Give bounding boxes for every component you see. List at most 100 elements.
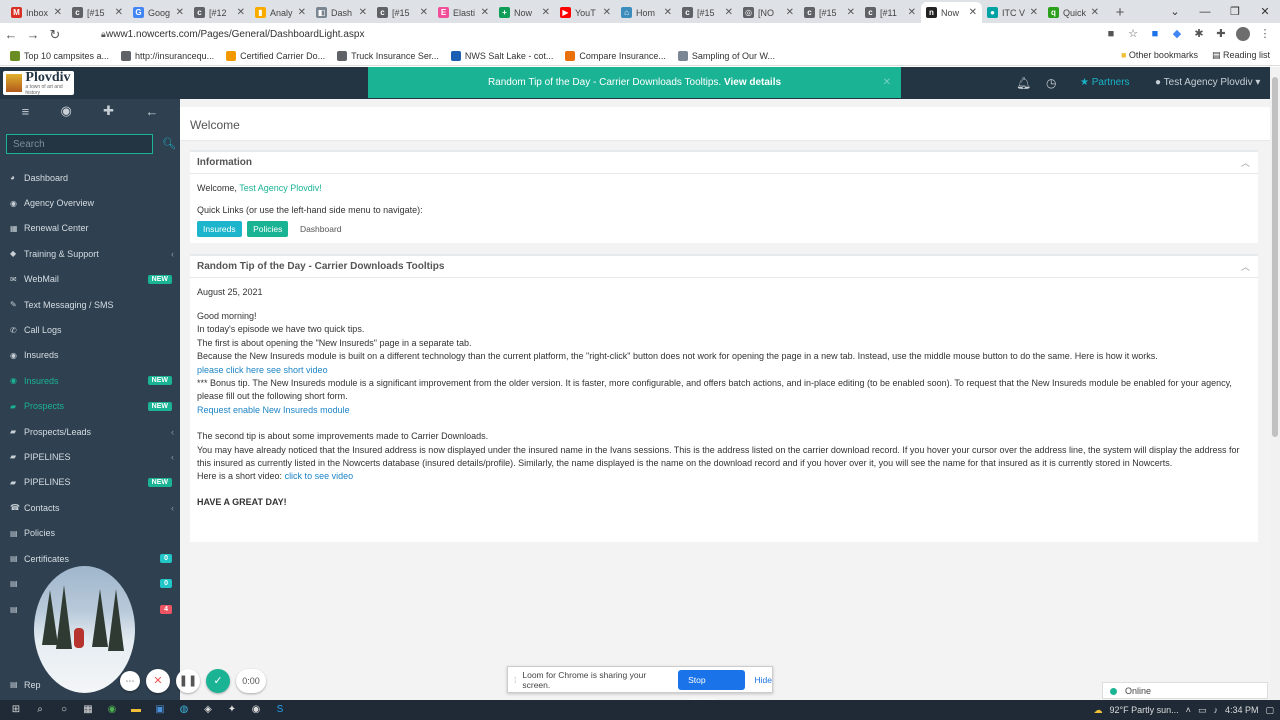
browser-tab[interactable]: c [#15 ✕ — [67, 2, 128, 23]
tab-close-icon[interactable]: ✕ — [725, 7, 733, 18]
menu-dots-icon[interactable]: ⋮ — [1258, 27, 1272, 41]
sidebar-item-insureds[interactable]: ◉ Insureds NEW — [0, 368, 180, 393]
cortana-icon[interactable]: ○ — [52, 700, 76, 720]
reading-list[interactable]: ▤ Reading list — [1212, 50, 1270, 61]
browser-tab[interactable]: G Goog ✕ — [128, 2, 189, 23]
sidebar-item-dashboard[interactable]: ◕ Dashboard — [0, 165, 180, 190]
stop-sharing-button[interactable]: Stop sharing — [678, 669, 745, 705]
tab-search-icon[interactable]: ⌄ — [1160, 5, 1190, 18]
short-video-link[interactable]: please click here see short video — [197, 365, 328, 375]
bookmark-item[interactable]: http://insurancequ... — [121, 50, 214, 61]
clock-icon[interactable]: ◷ — [1046, 76, 1056, 90]
bookmark-star-icon[interactable]: ☆ — [1126, 27, 1140, 41]
chevron-up-icon[interactable]: ︿ — [1241, 256, 1250, 278]
see-video-link[interactable]: click to see video — [285, 471, 354, 481]
tab-close-icon[interactable]: ✕ — [359, 7, 367, 18]
policies-button[interactable]: Policies — [247, 220, 289, 237]
tab-close-icon[interactable]: ✕ — [1091, 7, 1099, 18]
volume-icon[interactable]: ♪ — [1213, 705, 1218, 715]
browser-tab[interactable]: M Inbox ✕ — [6, 2, 67, 23]
browser-tab[interactable]: ▶ YouT ✕ — [555, 2, 616, 23]
edge-icon[interactable]: ◍ — [172, 700, 196, 720]
back-icon[interactable]: ← — [0, 27, 22, 42]
app-icon[interactable]: ▣ — [148, 700, 172, 720]
new-tab-icon[interactable]: + — [1110, 2, 1130, 23]
partners-link[interactable]: ★ Partners — [1080, 77, 1130, 88]
drag-handle-icon[interactable]: ⁞ — [514, 675, 516, 685]
plus-icon[interactable]: ✚ — [103, 103, 114, 119]
tab-close-icon[interactable]: ✕ — [664, 7, 672, 18]
chrome-icon[interactable]: ◉ — [244, 700, 268, 720]
tray-arrow-icon[interactable]: ˄ — [1186, 705, 1191, 715]
browser-tab[interactable]: c [#11 ✕ — [860, 2, 921, 23]
skype-icon[interactable]: S — [268, 700, 292, 720]
tab-close-icon[interactable]: ✕ — [298, 7, 306, 18]
scrollbar[interactable] — [1270, 67, 1280, 700]
url-field[interactable]: www1.nowcerts.com/Pages/General/Dashboar… — [106, 29, 364, 40]
hide-button[interactable]: Hide — [755, 675, 772, 685]
browser-tab[interactable]: ⌂ Hom ✕ — [616, 2, 677, 23]
sidebar-item-prospects[interactable]: ▰ Prospects NEW — [0, 394, 180, 419]
search-icon[interactable]: 🔍︎ — [162, 137, 176, 150]
sidebar-item-policies[interactable]: ▤ Policies — [0, 520, 180, 545]
notification-icon[interactable]: ▢ — [1265, 705, 1274, 716]
app-icon[interactable]: ◈ — [196, 700, 220, 720]
browser-tab[interactable]: E Elasti ✕ — [433, 2, 494, 23]
sidebar-item-agency-overview[interactable]: ◉ Agency Overview — [0, 190, 180, 215]
request-module-link[interactable]: Request enable New Insureds module — [197, 405, 350, 415]
sidebar-item-contacts[interactable]: ☎ Contacts ‹ — [0, 495, 180, 520]
dashboard-button[interactable]: Dashboard — [294, 221, 348, 237]
search-input[interactable] — [6, 134, 153, 154]
weather-text[interactable]: 92°F Partly sun... — [1110, 705, 1179, 715]
extension-icon[interactable]: ◆ — [1170, 27, 1184, 41]
sidebar-item-text-messaging-sms[interactable]: ✎ Text Messaging / SMS — [0, 292, 180, 317]
tab-close-icon[interactable]: ✕ — [908, 7, 916, 18]
tab-close-icon[interactable]: ✕ — [176, 7, 184, 18]
browser-tab[interactable]: n Now ✕ — [921, 2, 982, 23]
menu-icon[interactable]: ≡ — [22, 104, 30, 119]
tab-close-icon[interactable]: ✕ — [786, 7, 794, 18]
browser-tab[interactable]: q Quick ✕ — [1043, 2, 1104, 23]
tab-close-icon[interactable]: ✕ — [420, 7, 428, 18]
app-icon[interactable]: ▦ — [76, 700, 100, 720]
close-icon[interactable]: ✕ — [883, 67, 891, 98]
tab-close-icon[interactable]: ✕ — [847, 7, 855, 18]
tab-close-icon[interactable]: ✕ — [603, 7, 611, 18]
profile-avatar[interactable] — [1236, 27, 1250, 41]
windows-start-icon[interactable]: ⊞ — [4, 700, 28, 720]
browser-tab[interactable]: ◧ Dash ✕ — [311, 2, 372, 23]
bookmark-item[interactable]: NWS Salt Lake - cot... — [450, 50, 553, 61]
logo[interactable]: Plovdiv a town of art and history — [3, 71, 74, 96]
tab-close-icon[interactable]: ✕ — [481, 7, 489, 18]
tab-close-icon[interactable]: ✕ — [542, 7, 550, 18]
sidebar-item-pipelines[interactable]: ▰ PIPELINES ‹ — [0, 444, 180, 469]
bookmark-item[interactable]: Truck Insurance Ser... — [337, 50, 439, 61]
tip-view-details-link[interactable]: View details — [724, 77, 781, 88]
bookmark-item[interactable]: Top 10 campsites a... — [10, 50, 109, 61]
bookmark-item[interactable]: Compare Insurance... — [565, 50, 666, 61]
app-icon[interactable]: ✦ — [220, 700, 244, 720]
more-icon[interactable]: ⋯ — [120, 671, 140, 691]
agent-menu[interactable]: ● Test Agency Plovdiv ▾ — [1155, 77, 1260, 88]
tab-close-icon[interactable]: ✕ — [54, 7, 62, 18]
file-explorer-icon[interactable]: ▬ — [124, 700, 148, 720]
bookmark-item[interactable]: Sampling of Our W... — [677, 50, 775, 61]
sidebar-item-prospects-leads[interactable]: ▰ Prospects/Leads ‹ — [0, 419, 180, 444]
search-icon[interactable]: ⌕ — [28, 700, 52, 720]
reload-icon[interactable]: ↻ — [44, 27, 66, 43]
browser-tab[interactable]: ● ITC V ✕ — [982, 2, 1043, 23]
clock-text[interactable]: 4:34 PM — [1225, 705, 1259, 715]
puzzle-icon[interactable]: ✚ — [1214, 27, 1228, 41]
chrome-icon[interactable]: ◉ — [100, 700, 124, 720]
tab-close-icon[interactable]: ✕ — [237, 7, 245, 18]
insureds-button[interactable]: Insureds — [197, 220, 242, 237]
other-bookmarks[interactable]: ■ Other bookmarks — [1121, 50, 1198, 61]
extension-icon[interactable]: ✱ — [1192, 27, 1206, 41]
chevron-up-icon[interactable]: ︿ — [1241, 152, 1250, 174]
tab-close-icon[interactable]: ✕ — [115, 7, 123, 18]
sidebar-item-renewal-center[interactable]: ▦ Renewal Center — [0, 216, 180, 241]
agency-name-link[interactable]: Test Agency Plovdiv! — [239, 183, 322, 193]
sidebar-item-training-support[interactable]: ◆ Training & Support ‹ — [0, 241, 180, 266]
online-status[interactable]: Online — [1102, 682, 1268, 699]
forward-icon[interactable]: → — [22, 27, 44, 42]
